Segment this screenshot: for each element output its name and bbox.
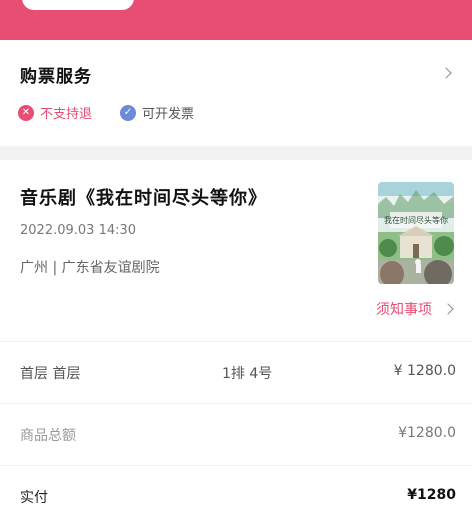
badge-invoice: ✓ 可开发票: [120, 103, 194, 122]
show-venue: 广州 | 广东省友谊剧院: [20, 260, 160, 276]
total-value: ¥1280.0: [398, 425, 456, 441]
show-datetime: 2022.09.03 14:30: [20, 223, 137, 238]
header-bar: [0, 0, 472, 40]
header-pill[interactable]: [22, 0, 134, 10]
paid-value: ¥1280: [407, 487, 456, 503]
badge-no-refund-label: 不支持退: [40, 107, 93, 122]
show-title: 音乐剧《我在时间尽头等你》: [20, 188, 267, 209]
purchase-service-card[interactable]: 购票服务 ✕ 不支持退 ✓ 可开发票: [0, 40, 472, 146]
notice-link[interactable]: 须知事项: [376, 299, 432, 319]
badge-invoice-label: 可开发票: [142, 107, 195, 122]
ticket-row: 首层 首层 1排 4号 ¥ 1280.0: [0, 341, 472, 403]
paid-label: 实付: [20, 490, 48, 506]
chevron-right-icon[interactable]: [442, 303, 454, 315]
show-poster[interactable]: 我在时间尽头等你: [378, 182, 454, 284]
ticket-seat: 1排 4号: [222, 366, 273, 382]
ticket-area: 首层 首层: [20, 366, 81, 382]
purchase-service-title: 购票服务: [20, 67, 92, 87]
show-order-card: 音乐剧《我在时间尽头等你》 2022.09.03 14:30 广州 | 广东省友…: [0, 160, 472, 529]
chevron-right-icon[interactable]: [440, 67, 452, 79]
total-row: 商品总额 ¥1280.0: [0, 403, 472, 465]
x-circle-icon: ✕: [18, 104, 34, 121]
check-circle-icon: ✓: [120, 104, 136, 121]
paid-row: 实付 ¥1280: [0, 465, 472, 527]
total-label: 商品总额: [20, 428, 76, 444]
badge-no-refund: ✕ 不支持退: [18, 103, 92, 122]
svg-text:我在时间尽头等你: 我在时间尽头等你: [384, 215, 448, 225]
ticket-price: ¥ 1280.0: [393, 363, 456, 379]
